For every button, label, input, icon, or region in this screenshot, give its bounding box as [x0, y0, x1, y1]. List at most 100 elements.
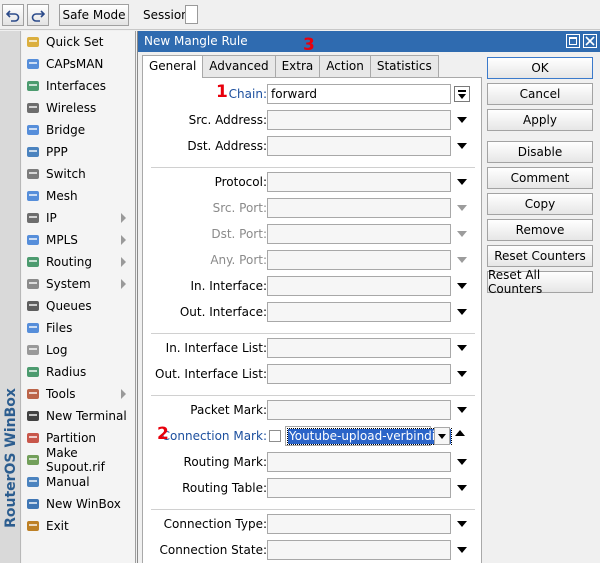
sidebar-item-ip[interactable]: IP: [22, 207, 135, 229]
reset-all-counters-button[interactable]: Reset All Counters: [487, 268, 593, 296]
connection-mark-negate-checkbox[interactable]: [269, 430, 281, 442]
sidebar-item-tools[interactable]: Tools: [22, 383, 135, 405]
out-interface-input[interactable]: [267, 302, 451, 322]
src-address-input[interactable]: [267, 110, 451, 130]
sidebar-item-system[interactable]: System: [22, 273, 135, 295]
sidebar-item-label: PPP: [46, 145, 68, 159]
dropdown-arrow-icon[interactable]: [457, 459, 467, 465]
sidebar-item-new-terminal[interactable]: New Terminal: [22, 405, 135, 427]
disable-button[interactable]: Disable: [487, 141, 593, 163]
dst-address-row: Dst. Address:: [143, 136, 483, 156]
dropdown-arrow-icon[interactable]: [457, 179, 467, 185]
cancel-button[interactable]: Cancel: [487, 83, 593, 105]
sidebar-item-interfaces[interactable]: Interfaces: [22, 75, 135, 97]
dropdown-arrow-icon[interactable]: [457, 521, 467, 527]
dropdown-arrow-icon[interactable]: [457, 117, 467, 123]
winbox-icon: [25, 496, 41, 512]
sidebar-item-switch[interactable]: Switch: [22, 163, 135, 185]
redo-button[interactable]: [27, 4, 49, 26]
sidebar-item-quick-set[interactable]: Quick Set: [22, 31, 135, 53]
sidebar-item-queues[interactable]: Queues: [22, 295, 135, 317]
tab-extra[interactable]: Extra: [274, 55, 321, 77]
dropdown-arrow-icon[interactable]: [457, 283, 467, 289]
dropdown-arrow-icon[interactable]: [457, 407, 467, 413]
sidebar-item-mesh[interactable]: Mesh: [22, 185, 135, 207]
in-interface-list-input[interactable]: [267, 338, 451, 358]
dropdown-arrow-icon[interactable]: [457, 143, 467, 149]
sidebar-item-files[interactable]: Files: [22, 317, 135, 339]
dropdown-arrow-icon[interactable]: [457, 547, 467, 553]
dropdown-arrow-icon[interactable]: [457, 345, 467, 351]
safe-mode-button[interactable]: Safe Mode: [59, 4, 129, 26]
dst-address-label: Dst. Address:: [187, 139, 267, 153]
sidebar-item-label: Mesh: [46, 189, 78, 203]
routing-mark-input[interactable]: [267, 452, 451, 472]
sidebar-item-label: Radius: [46, 365, 87, 379]
connection-type-input[interactable]: [267, 514, 451, 534]
dst-address-input[interactable]: [267, 136, 451, 156]
tab-advanced[interactable]: Advanced: [202, 55, 276, 77]
dropdown-arrow-icon[interactable]: [457, 309, 467, 315]
sidebar-item-radius[interactable]: Radius: [22, 361, 135, 383]
protocol-input[interactable]: [267, 172, 451, 192]
chain-dropdown-button[interactable]: [454, 86, 470, 102]
submenu-arrow-icon: [121, 257, 126, 267]
chain-value: forward: [271, 87, 318, 101]
sidebar-item-exit[interactable]: Exit: [22, 515, 135, 537]
tab-general[interactable]: General: [142, 55, 204, 78]
sidebar-item-manual[interactable]: Manual: [22, 471, 135, 493]
maximize-icon[interactable]: [566, 34, 580, 48]
sidebar-item-make-supout-rif[interactable]: Make Supout.rif: [22, 446, 135, 474]
chain-input[interactable]: forward: [267, 84, 451, 104]
sidebar-item-ppp[interactable]: PPP: [22, 141, 135, 163]
new-mangle-rule-dialog: New Mangle Rule General Advanced Extra Acti…: [137, 31, 600, 563]
remove-button[interactable]: Remove: [487, 219, 593, 241]
ok-button[interactable]: OK: [487, 57, 593, 79]
capsman-icon: [25, 56, 41, 72]
session-field[interactable]: [185, 5, 198, 24]
connection-state-input[interactable]: [267, 540, 451, 560]
brand-label: RouterOS WinBox: [2, 388, 19, 528]
collapse-arrow-icon[interactable]: [455, 430, 465, 436]
sidebar-item-log[interactable]: Log: [22, 339, 135, 361]
sidebar-item-new-winbox[interactable]: New WinBox: [22, 493, 135, 515]
tab-action[interactable]: Action: [319, 55, 371, 77]
undo-button[interactable]: [2, 4, 24, 26]
section-divider: [151, 167, 475, 168]
sidebar-item-mpls[interactable]: MPLS: [22, 229, 135, 251]
tab-statistics[interactable]: Statistics: [369, 55, 439, 77]
quick-set-icon: [25, 34, 41, 50]
dropdown-arrow-icon[interactable]: [457, 371, 467, 377]
ppp-icon: [25, 144, 41, 160]
files-icon: [25, 320, 41, 336]
apply-button[interactable]: Apply: [487, 109, 593, 131]
connection-mark-input[interactable]: Youtube-upload-verbinding: [285, 426, 453, 446]
section-divider: [151, 509, 475, 510]
protocol-label: Protocol:: [214, 175, 267, 189]
sidebar-item-label: Bridge: [46, 123, 86, 137]
mpls-icon: [25, 232, 41, 248]
sidebar-item-capsman[interactable]: CAPsMAN: [22, 53, 135, 75]
top-toolbar: Safe Mode Session:: [0, 0, 600, 30]
manual-icon: [25, 474, 41, 490]
interfaces-icon: [25, 78, 41, 94]
sidebar-item-label: Manual: [46, 475, 90, 489]
packet-mark-input[interactable]: [267, 400, 451, 420]
comment-button[interactable]: Comment: [487, 167, 593, 189]
mesh-icon: [25, 188, 41, 204]
partition-icon: [25, 430, 41, 446]
routing-table-input[interactable]: [267, 478, 451, 498]
sidebar-item-routing[interactable]: Routing: [22, 251, 135, 273]
general-panel: Chain: forward 1 Src. Address: Dst. Address:…: [142, 77, 482, 563]
in-interface-input[interactable]: [267, 276, 451, 296]
close-icon[interactable]: [583, 34, 597, 48]
sidebar-item-wireless[interactable]: Wireless: [22, 97, 135, 119]
any-port-label: Any. Port:: [210, 253, 267, 267]
sidebar-menu: Quick Set CAPsMAN Interfaces Wireless Bridge…: [22, 31, 136, 563]
sidebar-item-bridge[interactable]: Bridge: [22, 119, 135, 141]
copy-button[interactable]: Copy: [487, 193, 593, 215]
reset-counters-button[interactable]: Reset Counters: [487, 245, 593, 267]
connection-mark-dropdown-button[interactable]: [434, 427, 450, 445]
dropdown-arrow-icon[interactable]: [457, 485, 467, 491]
out-interface-list-input[interactable]: [267, 364, 451, 384]
